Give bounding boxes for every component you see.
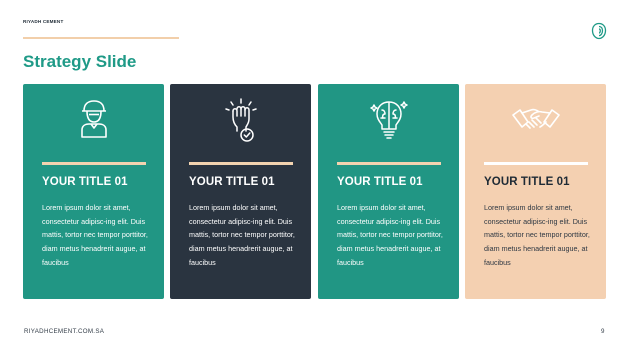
card-divider [337,162,441,165]
card-heading: YOUR TITLE 01 [189,176,275,188]
strategy-card-4: YOUR TITLE 01 Lorem ipsum dolor sit amet… [465,84,606,299]
card-body: Lorem ipsum dolor sit amet, consectetur … [484,203,590,267]
footer-url[interactable]: RIYADHCEMENT.COM.SA [24,328,104,335]
card-body: Lorem ipsum dolor sit amet, consectetur … [337,203,443,267]
card-divider [189,162,293,165]
card-body: Lorem ipsum dolor sit amet, consectetur … [189,203,295,267]
card-heading: YOUR TITLE 01 [337,176,423,188]
card-heading: YOUR TITLE 01 [42,176,128,188]
logo-icon [591,22,607,40]
card-divider [484,162,588,165]
card-heading: YOUR TITLE 01 [484,176,570,188]
raised-fist-check-icon [224,98,257,142]
slide: RIYADH CEMENT Strategy Slide YOUR TITLE … [0,0,623,350]
handshake-icon [511,108,560,129]
strategy-card-2: YOUR TITLE 01 Lorem ipsum dolor sit amet… [170,84,311,299]
brand-name: RIYADH CEMENT [23,19,64,24]
brand-underline [23,37,179,39]
card-body: Lorem ipsum dolor sit amet, consectetur … [42,203,148,267]
page-number: 9 [601,328,605,335]
brain-bulb-icon [369,101,408,139]
worker-icon [80,100,107,138]
card-divider [42,162,146,165]
strategy-card-1: YOUR TITLE 01 Lorem ipsum dolor sit amet… [23,84,164,299]
slide-title: Strategy Slide [23,52,137,71]
strategy-card-3: YOUR TITLE 01 Lorem ipsum dolor sit amet… [318,84,459,299]
